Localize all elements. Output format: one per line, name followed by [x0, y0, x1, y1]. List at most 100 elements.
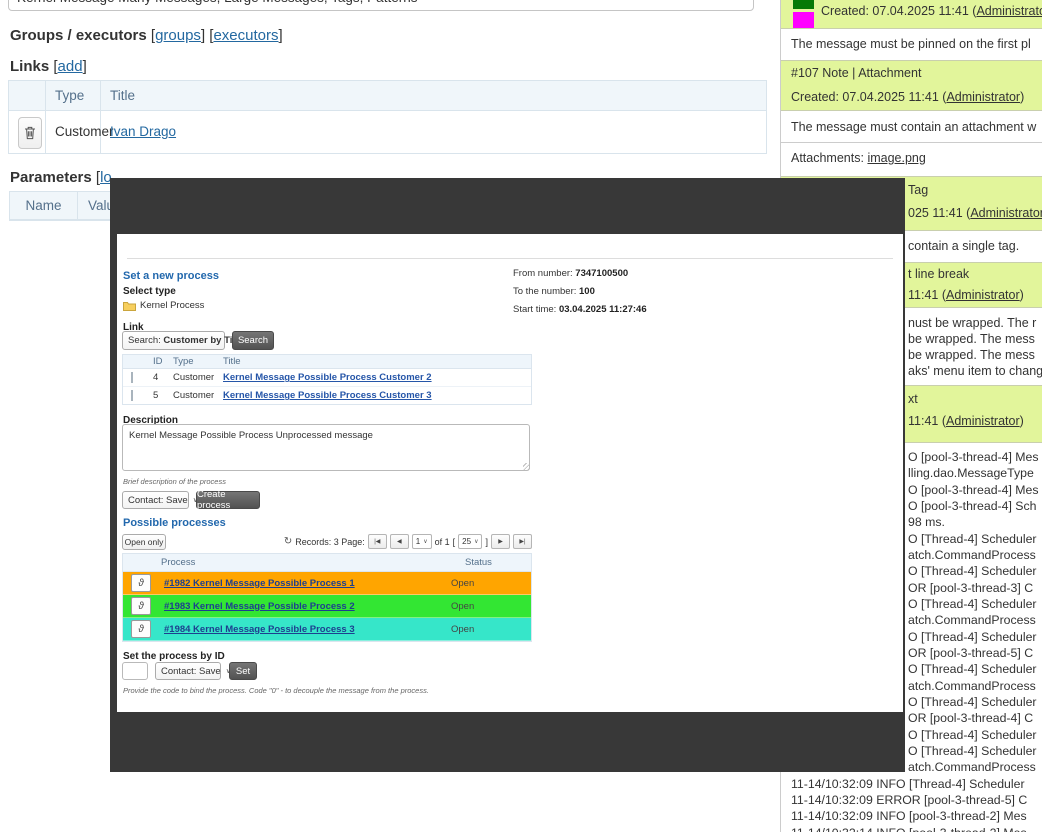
page-select[interactable]: 1∨ — [412, 534, 432, 549]
dialog-title: Set a new process — [123, 270, 219, 282]
links-table-row: Customer Ivan Drago — [9, 111, 766, 153]
message-text-fragment: contain a single tag. — [908, 239, 1019, 253]
col-process: Process — [157, 557, 461, 568]
administrator-link[interactable]: Administrator — [970, 206, 1042, 220]
call-info: From number: 7347100500 To the number: 1… — [513, 268, 647, 322]
col-type: Type — [169, 356, 219, 367]
message-text: The message must contain an attachment w — [791, 120, 1036, 134]
links-table: TypeTitle Customer Ivan Drago — [8, 80, 767, 154]
groups-executors-label: Groups / executors — [10, 27, 147, 44]
possible-processes-title: Possible processes — [123, 517, 226, 529]
add-link[interactable]: add — [58, 58, 83, 75]
message-card-title-fragment: Tag — [908, 183, 928, 197]
executors-link[interactable]: executors — [213, 27, 278, 44]
log-line: 11-14/10:32:09 INFO [pool-3-thread-2] Me… — [781, 808, 1042, 824]
set-button[interactable]: Set — [229, 662, 257, 680]
search-select-label: Search: — [128, 335, 161, 346]
per-page-select[interactable]: 25∨ — [458, 534, 482, 549]
magenta-color-swatch — [793, 12, 814, 28]
attachments-row: Attachments: image.png — [781, 142, 1042, 176]
delete-link-button[interactable] — [18, 117, 42, 149]
message-text-fragment: be wrapped. The mess — [908, 331, 1042, 347]
screen: Groups / executors [groups] [executors] … — [0, 0, 1042, 832]
link-result-row: 4 Customer Kernel Message Possible Proce… — [123, 369, 531, 387]
link-process-button[interactable]: ϑ — [131, 597, 151, 615]
link-results-table: ID Type Title 4 Customer Kernel Message … — [122, 354, 532, 405]
message-text-fragment: aks' menu item to chang — [908, 363, 1042, 379]
message-card-title-fragment: xt — [908, 392, 918, 406]
links-col-title: Title — [101, 81, 761, 110]
last-page-button[interactable]: ▶| — [513, 534, 532, 549]
process-link[interactable]: #1982 Kernel Message Possible Process 1 — [164, 578, 355, 589]
message-title-input[interactable] — [8, 0, 754, 11]
start-time-label: Start time: — [513, 304, 556, 315]
links-heading: Links [add] — [10, 58, 87, 75]
customer-link[interactable]: Kernel Message Possible Process Customer… — [223, 390, 432, 401]
message-card: #107 Note | Attachment Created: 07.04.20… — [781, 60, 1042, 111]
link-process-button[interactable]: ϑ — [131, 620, 151, 638]
set-by-id-label: Set the process by ID — [123, 651, 225, 662]
process-row: ϑ #1982 Kernel Message Possible Process … — [123, 572, 531, 595]
records-text: Records: 3 Page: — [295, 537, 365, 547]
row-checkbox[interactable] — [131, 372, 133, 383]
type-item[interactable]: Kernel Process — [123, 300, 204, 311]
customer-link[interactable]: Kernel Message Possible Process Customer… — [223, 372, 432, 383]
textarea-resize-handle[interactable] — [523, 463, 530, 470]
attachment-file-link[interactable]: image.png — [867, 151, 925, 165]
params-col-name: Name — [10, 192, 78, 219]
attachments-label: Attachments: — [791, 151, 867, 165]
process-id-input[interactable] — [122, 662, 148, 680]
possible-processes-table: Process Status ϑ #1982 Kernel Message Po… — [122, 553, 532, 642]
process-row: ϑ #1984 Kernel Message Possible Process … — [123, 618, 531, 641]
dialog-header-divider — [127, 258, 893, 259]
open-only-button[interactable]: Open only — [122, 534, 166, 550]
search-type-select[interactable]: Search: Customer by Title ∨ — [122, 331, 225, 350]
link-result-row: 5 Customer Kernel Message Possible Proce… — [123, 387, 531, 404]
contact-select[interactable]: Contact: Save ∨ — [122, 491, 189, 509]
administrator-link[interactable]: Administrator — [946, 90, 1020, 104]
parameters-label: Parameters — [10, 169, 92, 186]
trash-icon — [24, 126, 36, 140]
process-status: Open — [447, 624, 531, 635]
message-card: The message must be pinned on the first … — [781, 29, 1042, 60]
wrapped-text-lines: nust be wrapped. The rbe wrapped. The me… — [908, 315, 1042, 379]
row-id: 4 — [149, 372, 169, 383]
chevron-down-icon: ∨ — [474, 538, 478, 545]
link-icon: ϑ — [138, 578, 144, 589]
search-button[interactable]: Search — [232, 331, 274, 350]
row-type: Customer — [169, 372, 219, 383]
select-type-label: Select type — [123, 286, 176, 297]
link-icon: ϑ — [138, 601, 144, 612]
groups-link[interactable]: groups — [155, 27, 201, 44]
link-process-button[interactable]: ϑ — [131, 574, 151, 592]
description-hint: Brief description of the process — [123, 477, 226, 486]
type-name: Kernel Process — [140, 300, 204, 311]
administrator-link[interactable]: Administrator — [946, 288, 1020, 302]
to-number-label: To the number: — [513, 286, 576, 297]
first-page-button[interactable]: |◀ — [368, 534, 387, 549]
message-card-title-fragment: t line break — [908, 267, 969, 281]
groups-executors-heading: Groups / executors [groups] [executors] — [10, 27, 283, 44]
link-title-link[interactable]: Ivan Drago — [110, 124, 176, 139]
prev-page-button[interactable]: ◀ — [390, 534, 409, 549]
process-link[interactable]: #1983 Kernel Message Possible Process 2 — [164, 601, 355, 612]
process-link[interactable]: #1984 Kernel Message Possible Process 3 — [164, 624, 355, 635]
links-table-header: TypeTitle — [9, 81, 766, 111]
administrator-link[interactable]: Administrator — [946, 414, 1020, 428]
row-checkbox[interactable] — [131, 390, 133, 401]
next-page-button[interactable]: ▶ — [491, 534, 510, 549]
administrator-link[interactable]: Administrator — [976, 4, 1042, 18]
process-status: Open — [447, 601, 531, 612]
folder-icon — [123, 301, 136, 311]
description-textarea[interactable]: Kernel Message Possible Process Unproces… — [122, 424, 530, 471]
pagination-bar: ↻ Records: 3 Page: |◀ ◀ 1∨ of 1 [ 25∨ ] … — [317, 533, 532, 550]
links-col-type: Type — [46, 81, 101, 110]
link-type-cell: Customer — [46, 111, 101, 153]
refresh-icon[interactable]: ↻ — [284, 536, 292, 547]
set-by-id-hint: Provide the code to bind the process. Co… — [123, 686, 429, 695]
start-time-value: 03.04.2025 11:27:46 — [559, 304, 647, 315]
log-line: 11-14/10:32:09 ERROR [pool-3-thread-5] C — [781, 792, 1042, 808]
create-process-button[interactable]: Create process — [196, 491, 260, 509]
col-id: ID — [149, 356, 169, 367]
contact-select-2[interactable]: Contact: Save ∨ — [155, 662, 221, 680]
